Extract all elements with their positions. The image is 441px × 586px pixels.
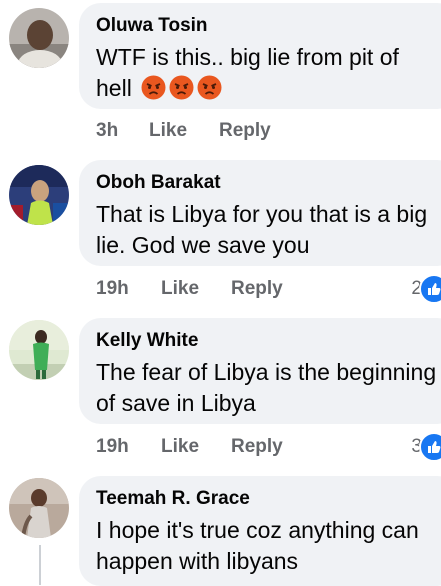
angry-face-icon [197, 75, 222, 100]
comment-author[interactable]: Oboh Barakat [96, 171, 441, 195]
angry-face-icon [169, 75, 194, 100]
reply-button[interactable]: Reply [219, 120, 271, 142]
avatar[interactable] [9, 320, 69, 380]
like-reaction-icon [419, 274, 441, 304]
comment-text: That is Libya for you that is a big lie.… [96, 201, 428, 258]
comment-text: I hope it's true coz anything can happen… [96, 517, 419, 574]
comment-author[interactable]: Kelly White [96, 329, 441, 353]
reply-button[interactable]: Reply [231, 436, 283, 458]
comment-timestamp[interactable]: 19h [96, 278, 129, 300]
reply-button[interactable]: Reply [231, 278, 283, 300]
comment-bubble: Kelly White The fear of Libya is the beg… [79, 318, 441, 424]
comment-text: WTF is this.. big lie from pit of hell [96, 42, 441, 104]
comment-author[interactable]: Teemah R. Grace [96, 487, 441, 511]
like-reaction-icon [419, 432, 441, 462]
comment-bubble: Oboh Barakat That is Libya for you that … [79, 160, 441, 266]
avatar[interactable] [9, 165, 69, 225]
comment-bubble: Teemah R. Grace I hope it's true coz any… [79, 476, 441, 586]
avatar[interactable] [9, 8, 69, 68]
comment-timestamp[interactable]: 3h [96, 120, 118, 142]
like-button[interactable]: Like [161, 278, 199, 300]
like-button[interactable]: Like [161, 436, 199, 458]
like-button[interactable]: Like [149, 120, 187, 142]
comment-author[interactable]: Oluwa Tosin [96, 14, 441, 38]
comment-timestamp[interactable]: 19h [96, 436, 129, 458]
thread-line [39, 545, 41, 585]
comment-text: The fear of Libya is the beginning of sa… [96, 359, 437, 416]
comment-bubble: Oluwa Tosin WTF is this.. big lie from p… [79, 3, 441, 109]
avatar[interactable] [9, 478, 69, 538]
angry-face-icon [141, 75, 166, 100]
